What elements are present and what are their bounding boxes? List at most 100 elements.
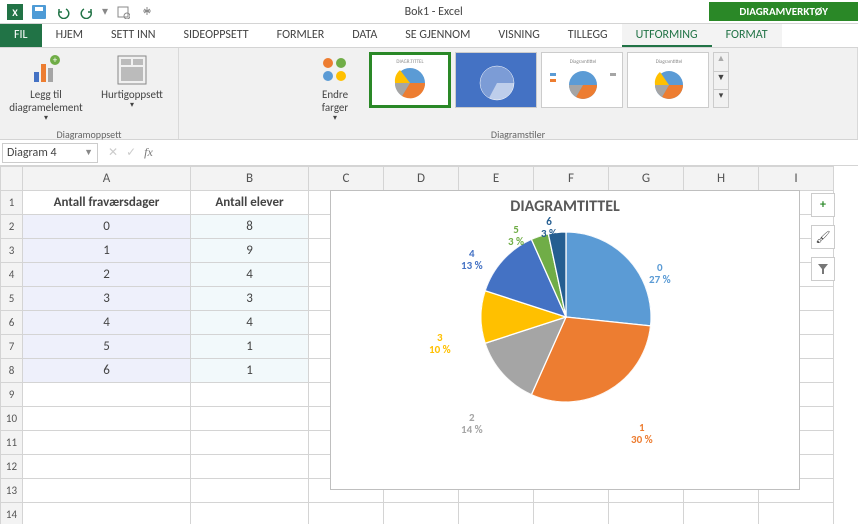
cell[interactable]: 4 [191,263,309,287]
name-box[interactable]: Diagram 4 ▼ [2,143,98,163]
cell[interactable]: 5 [23,335,191,359]
cell[interactable] [23,407,191,431]
cell[interactable]: 1 [23,239,191,263]
cell[interactable]: 1 [191,359,309,383]
tab-addins[interactable]: TILLEGG [554,24,622,47]
touch-mode-icon[interactable] [136,1,158,23]
row-header[interactable]: 9 [1,383,23,407]
col-header-H[interactable]: H [684,167,759,191]
col-header-I[interactable]: I [759,167,834,191]
name-box-dropdown-icon[interactable]: ▼ [84,147,93,158]
change-colors-button[interactable]: Endre farger ▾ [307,52,363,126]
chart-style-4[interactable]: Diagramtittel [627,52,709,108]
cell[interactable] [191,431,309,455]
row-header[interactable]: 5 [1,287,23,311]
row-header[interactable]: 11 [1,431,23,455]
cell[interactable]: 8 [191,215,309,239]
row-header[interactable]: 13 [1,479,23,503]
chart-elements-button[interactable]: + [811,193,835,217]
chart-style-1[interactable]: DIAGR.TITTEL [369,52,451,108]
col-header-F[interactable]: F [534,167,609,191]
cell[interactable]: 9 [191,239,309,263]
tab-formulas[interactable]: FORMLER [263,24,339,47]
cell[interactable] [684,503,759,524]
save-icon[interactable] [28,1,50,23]
col-header-D[interactable]: D [384,167,459,191]
chart-style-3[interactable]: Diagramtittel [541,52,623,108]
formula-input[interactable] [161,151,858,155]
cell[interactable] [609,503,684,524]
col-header-A[interactable]: A [23,167,191,191]
select-all-corner[interactable] [1,167,23,191]
cell[interactable] [191,383,309,407]
tab-design[interactable]: UTFORMING [622,24,712,47]
cell[interactable] [23,431,191,455]
tab-pagelayout[interactable]: SIDEOPPSETT [169,24,262,47]
cell[interactable] [23,383,191,407]
tab-home[interactable]: HJEM [42,24,97,47]
chart-plot-area[interactable]: 027 % 130 % 214 % 310 % 413 % 53 % 63 % [331,222,799,476]
row-header[interactable]: 14 [1,503,23,524]
cell[interactable] [191,407,309,431]
gallery-up-icon[interactable]: ▲ [714,53,728,71]
row-header[interactable]: 12 [1,455,23,479]
cell[interactable] [23,479,191,503]
cell[interactable] [309,503,384,524]
cell[interactable] [534,503,609,524]
cell[interactable]: 6 [23,359,191,383]
redo-icon[interactable] [76,1,98,23]
cell[interactable]: Antall fraværsdager [23,191,191,215]
col-header-C[interactable]: C [309,167,384,191]
cancel-icon[interactable]: ✕ [108,145,118,160]
chart-title[interactable]: DIAGRAMTITTEL [331,191,799,222]
tab-view[interactable]: VISNING [484,24,553,47]
cell[interactable] [191,479,309,503]
cell[interactable]: 4 [23,311,191,335]
cell[interactable] [23,503,191,524]
cell[interactable] [191,455,309,479]
cell[interactable] [191,503,309,524]
cell[interactable] [384,503,459,524]
col-header-G[interactable]: G [609,167,684,191]
cell[interactable]: 1 [191,335,309,359]
quick-layout-button[interactable]: Hurtigoppsett ▾ [92,52,172,113]
cell[interactable]: 4 [191,311,309,335]
print-preview-icon[interactable] [112,1,134,23]
row-header[interactable]: 2 [1,215,23,239]
chart-style-2[interactable] [455,52,537,108]
cell[interactable]: 3 [191,287,309,311]
cell[interactable]: Antall elever [191,191,309,215]
tab-file[interactable]: FIL [0,24,42,47]
col-header-E[interactable]: E [459,167,534,191]
cell[interactable] [23,455,191,479]
cell[interactable] [759,503,834,524]
row-header[interactable]: 4 [1,263,23,287]
chart-styles-button[interactable]: 🖌 [811,225,835,249]
tab-data[interactable]: DATA [338,24,391,47]
gallery-more-icon[interactable]: ▾ [714,89,728,107]
row-header[interactable]: 10 [1,407,23,431]
tab-format[interactable]: FORMAT [712,24,782,47]
excel-icon[interactable]: X [4,1,26,23]
row-header[interactable]: 1 [1,191,23,215]
add-chart-element-button[interactable]: + Legg til diagramelement ▾ [6,52,86,126]
tab-review[interactable]: SE GJENNOM [391,24,484,47]
cell[interactable]: 2 [23,263,191,287]
tab-insert[interactable]: SETT INN [97,24,169,47]
row-header[interactable]: 6 [1,311,23,335]
row-header[interactable]: 8 [1,359,23,383]
col-header-B[interactable]: B [191,167,309,191]
fx-icon[interactable]: fx [144,145,153,160]
qat-customize-icon[interactable]: ▾ [100,1,110,23]
group-layout-label: Diagramoppsett [6,126,172,143]
row-header[interactable]: 7 [1,335,23,359]
cell[interactable] [459,503,534,524]
undo-icon[interactable] [52,1,74,23]
cell[interactable]: 0 [23,215,191,239]
gallery-down-icon[interactable]: ▼ [714,71,728,89]
enter-icon[interactable]: ✓ [126,145,136,160]
row-header[interactable]: 3 [1,239,23,263]
chart-object[interactable]: DIAGRAMTITTEL 027 % 130 % 214 % 310 % 41… [330,190,800,490]
cell[interactable]: 3 [23,287,191,311]
chart-filter-button[interactable] [811,257,835,281]
